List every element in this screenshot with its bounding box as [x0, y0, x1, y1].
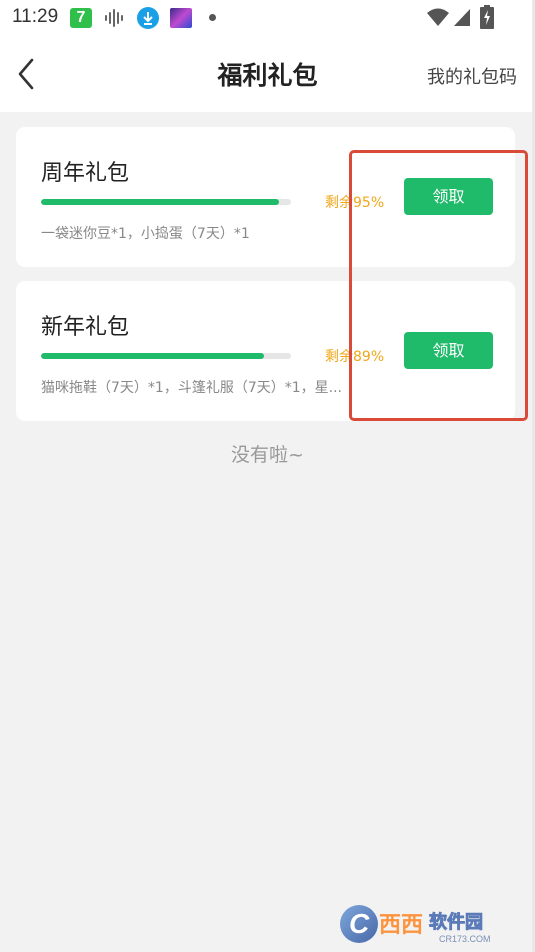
gift-contents: 一袋迷你豆*1，小捣蛋（7天）*1: [41, 226, 250, 242]
remaining-progress-fill: [41, 199, 279, 205]
remaining-progress-fill: [41, 353, 264, 359]
download-icon: [137, 7, 159, 29]
svg-text:软件园: 软件园: [429, 911, 483, 933]
game-thumbnail-icon: [170, 8, 192, 28]
gift-name: 新年礼包: [41, 315, 130, 340]
signal-icon: [452, 6, 474, 26]
remaining-progress-bar: [41, 199, 291, 205]
my-gift-codes-link[interactable]: 我的礼包码: [427, 63, 517, 89]
end-of-list-text: 没有啦~: [231, 444, 304, 466]
soundwave-icon: [104, 8, 126, 28]
highlight-annotation-box: [349, 150, 528, 421]
watermark-logo: C 西西 软件园 CR173.COM: [335, 900, 519, 946]
battery-icon: [480, 5, 502, 29]
gift-name: 周年礼包: [41, 161, 130, 186]
header: 福利礼包 我的礼包码: [0, 36, 535, 112]
svg-text:CR173.COM: CR173.COM: [439, 934, 491, 944]
gift-contents: 猫咪拖鞋（7天）*1，斗篷礼服（7天）*1，星...: [41, 380, 342, 396]
remaining-progress-bar: [41, 353, 291, 359]
status-time: 11:29: [12, 6, 59, 27]
app7-icon: 7: [70, 8, 92, 28]
wifi-icon: [426, 6, 449, 26]
dot-icon: [209, 14, 216, 21]
svg-text:C: C: [349, 908, 370, 939]
status-bar: 11:29 7: [0, 0, 535, 36]
svg-text:西西: 西西: [379, 913, 423, 938]
